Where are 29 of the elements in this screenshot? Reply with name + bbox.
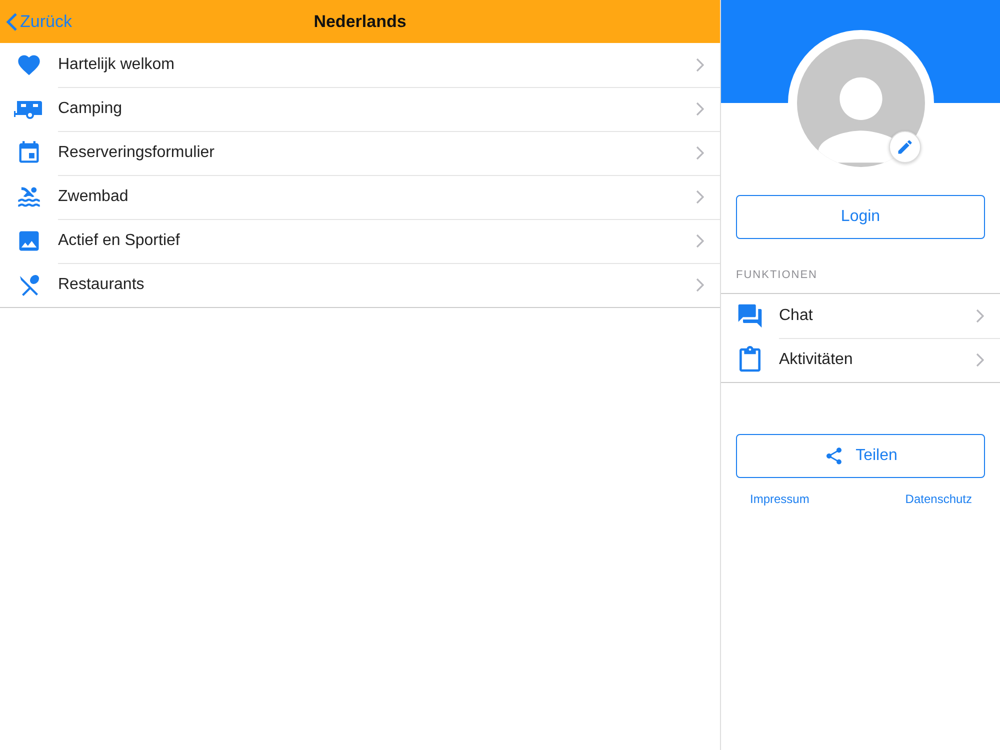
back-chevron-icon [6,12,18,32]
menu-item[interactable]: Zwembad [0,175,720,219]
menu-item[interactable]: Hartelijk welkom [0,43,720,87]
login-button[interactable]: Login [736,195,985,239]
chat-bubbles-icon [736,302,764,330]
chevron-icon [696,278,704,292]
footer-link[interactable]: Datenschutz [905,492,972,506]
chevron-icon [696,190,704,204]
chevron-icon [696,234,704,248]
footer-link[interactable]: Impressum [750,492,810,506]
cutlery-icon [17,273,41,297]
menu-item[interactable]: Restaurants [0,263,720,307]
calendar-icon [16,140,42,166]
menu-item[interactable]: Actief en Sportief [0,219,720,263]
menu-item[interactable]: Reserveringsformulier [0,131,720,175]
chevron-icon [696,58,704,72]
pencil-icon [896,138,914,156]
section-heading: FUNKTIONEN [736,269,818,281]
chevron-icon [696,102,704,116]
caravan-icon [14,99,44,119]
menu-item[interactable]: Camping [0,87,720,131]
share-button[interactable]: Teilen [736,434,985,478]
chevron-icon [976,353,984,367]
function-item[interactable]: Chat [721,294,1000,338]
page-title: Nederlands [314,12,406,32]
chevron-icon [696,146,704,160]
function-item[interactable]: Aktivitäten [721,338,1000,382]
chevron-icon [976,308,984,322]
share-icon [824,446,844,466]
